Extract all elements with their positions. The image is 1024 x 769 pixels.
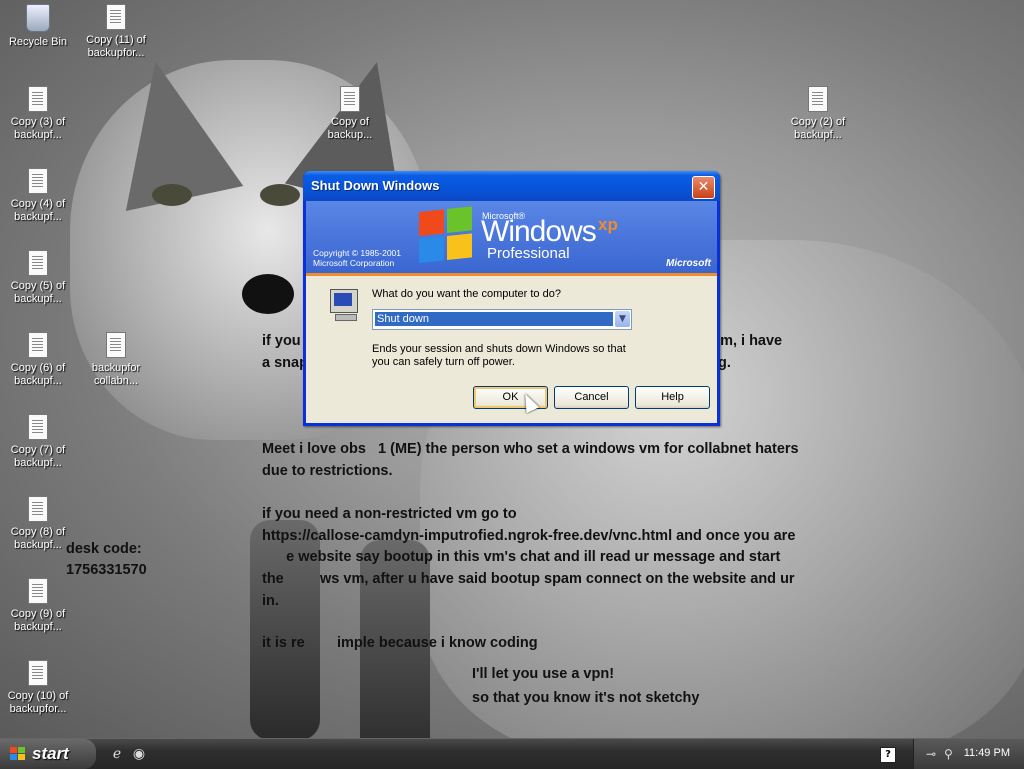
start-label: start bbox=[32, 744, 69, 763]
wallpaper-text-line: so that you know it's not sketchy bbox=[472, 690, 700, 706]
document-icon bbox=[28, 250, 48, 276]
desktop-icon-copy-7[interactable]: Copy (7) of backupf... bbox=[0, 414, 76, 470]
desktop-icon-label: Copy (6) of backupf... bbox=[10, 362, 66, 387]
windows-xp-banner: Microsoft® Windows xp Professional Copyr… bbox=[306, 201, 717, 276]
close-button[interactable]: ✕ bbox=[692, 176, 715, 199]
desktop-icon-label: Copy (7) of backupf... bbox=[10, 444, 66, 469]
desktop-icon-copy[interactable]: Copy of backup... bbox=[312, 86, 388, 142]
document-icon bbox=[28, 86, 48, 112]
system-tray: ⊸ ⚲ 11:49 PM bbox=[913, 739, 1024, 769]
cancel-button[interactable]: Cancel bbox=[554, 386, 629, 409]
desktop-icon-copy-6[interactable]: Copy (6) of backupf... bbox=[0, 332, 76, 388]
desktop-icon-label: Copy (5) of backupf... bbox=[10, 280, 66, 305]
desktop-icon-copy-9[interactable]: Copy (9) of backupf... bbox=[0, 578, 76, 634]
computer-icon bbox=[330, 289, 358, 321]
banner-microsoft-brand: Microsoft bbox=[666, 258, 711, 269]
search-icon[interactable]: ⚲ bbox=[944, 747, 953, 761]
desktop-icon-copy-2[interactable]: Copy (2) of backupf... bbox=[780, 86, 856, 142]
desktop-icon-label: Copy of backup... bbox=[327, 116, 373, 141]
document-icon bbox=[28, 168, 48, 194]
desktop-icon-label: Recycle Bin bbox=[8, 36, 68, 48]
banner-windows: Windows bbox=[481, 215, 597, 248]
wallpaper-text-line: a snap bbox=[262, 355, 308, 371]
document-icon bbox=[340, 86, 360, 112]
media-player-icon[interactable]: ◉ bbox=[130, 745, 148, 763]
internet-explorer-icon[interactable]: ℯ bbox=[108, 745, 126, 763]
dialog-title: Shut Down Windows bbox=[311, 178, 440, 193]
document-icon bbox=[28, 578, 48, 604]
dialog-body: Microsoft® Windows xp Professional Copyr… bbox=[306, 201, 717, 423]
desktop-icon-recycle-bin[interactable]: Recycle Bin bbox=[0, 4, 76, 49]
shutdown-question: What do you want the computer to do? bbox=[372, 288, 561, 300]
desktop-icon-label: Copy (3) of backupf... bbox=[10, 116, 66, 141]
wallpaper-text-line: in. bbox=[262, 593, 279, 609]
desktop-icon-backupfor[interactable]: backupfor collabn... bbox=[78, 332, 154, 388]
shutdown-option-select[interactable]: Shut down ▼ bbox=[372, 309, 632, 330]
desktop-icon-label: Copy (11) of backupfor... bbox=[86, 34, 146, 59]
taskbar: start ℯ ◉ ? ⊸ ⚲ 11:49 PM bbox=[0, 738, 1024, 769]
wallpaper-text-line: vm, i have bbox=[712, 333, 783, 349]
desktop-icon-label: backupfor collabn... bbox=[91, 362, 141, 387]
wallpaper-text-line: the ws vm, after u have said bootup spam… bbox=[262, 571, 795, 587]
document-icon bbox=[106, 4, 126, 30]
desktop-icon-copy-4[interactable]: Copy (4) of backupf... bbox=[0, 168, 76, 224]
wallpaper-text-line: if you l bbox=[262, 333, 309, 349]
dialog-titlebar[interactable]: Shut Down Windows ✕ bbox=[303, 171, 720, 201]
banner-edition: Professional bbox=[487, 245, 570, 262]
network-icon[interactable]: ⊸ bbox=[926, 747, 936, 761]
document-icon bbox=[28, 660, 48, 686]
wallpaper-text-line: if you need a non-restricted vm go to bbox=[262, 506, 517, 522]
banner-xp: xp bbox=[598, 215, 618, 234]
wallpaper-text-line: due to restrictions. bbox=[262, 463, 393, 479]
wallpaper-text-line: e website say bootup in this vm's chat a… bbox=[262, 549, 781, 565]
help-icon[interactable]: ? bbox=[880, 747, 896, 763]
document-icon bbox=[106, 332, 126, 358]
desktop-icon-label: Copy (2) of backupf... bbox=[790, 116, 846, 141]
wallpaper-text-line: it is re imple because i know coding bbox=[262, 635, 538, 651]
desktop-icon-copy-10[interactable]: Copy (10) of backupfor... bbox=[0, 660, 76, 716]
shut-down-dialog[interactable]: Shut Down Windows ✕ Microsoft® Windows x… bbox=[303, 171, 720, 426]
windows-flag-icon bbox=[10, 747, 26, 761]
windows-logo-icon bbox=[419, 206, 475, 266]
wallpaper-text-line: https://callose-camdyn-imputrofied.ngrok… bbox=[262, 528, 796, 544]
wallpaper-text-line: desk code: bbox=[66, 541, 142, 557]
wallpaper-fox-eye bbox=[152, 184, 192, 206]
wallpaper-text-line: 1756331570 bbox=[66, 562, 147, 578]
wallpaper-text-line: I'll let you use a vpn! bbox=[472, 666, 615, 682]
desktop-icon-label: Copy (10) of backupfor... bbox=[7, 690, 69, 715]
document-icon bbox=[28, 414, 48, 440]
shutdown-option-value: Shut down bbox=[375, 312, 613, 326]
wallpaper-fox-eye bbox=[260, 184, 300, 206]
document-icon bbox=[28, 496, 48, 522]
wallpaper-fox-nose bbox=[242, 274, 294, 314]
desktop-icon-copy-5[interactable]: Copy (5) of backupf... bbox=[0, 250, 76, 306]
recycle-bin-icon bbox=[26, 4, 50, 32]
desktop[interactable]: Recycle Bin Copy (11) of backupfor... Co… bbox=[0, 0, 1024, 738]
help-button[interactable]: Help bbox=[635, 386, 710, 409]
desktop-icon-copy-8[interactable]: Copy (8) of backupf... bbox=[0, 496, 76, 552]
wallpaper-text-line: Meet i love obs 1 (ME) the person who se… bbox=[262, 441, 799, 457]
desktop-icon-label: Copy (9) of backupf... bbox=[10, 608, 66, 633]
desktop-icon-label: Copy (8) of backupf... bbox=[10, 526, 66, 551]
clock[interactable]: 11:49 PM bbox=[964, 747, 1010, 759]
desktop-icon-copy-11[interactable]: Copy (11) of backupfor... bbox=[78, 4, 154, 60]
desktop-icon-copy-3[interactable]: Copy (3) of backupf... bbox=[0, 86, 76, 142]
shutdown-description: Ends your session and shuts down Windows… bbox=[372, 343, 626, 368]
chevron-down-icon[interactable]: ▼ bbox=[615, 311, 630, 327]
document-icon bbox=[28, 332, 48, 358]
banner-copyright: Copyright © 1985-2001 Microsoft Corporat… bbox=[313, 248, 402, 268]
start-button[interactable]: start bbox=[0, 739, 96, 769]
desktop-icon-label: Copy (4) of backupf... bbox=[10, 198, 66, 223]
document-icon bbox=[808, 86, 828, 112]
